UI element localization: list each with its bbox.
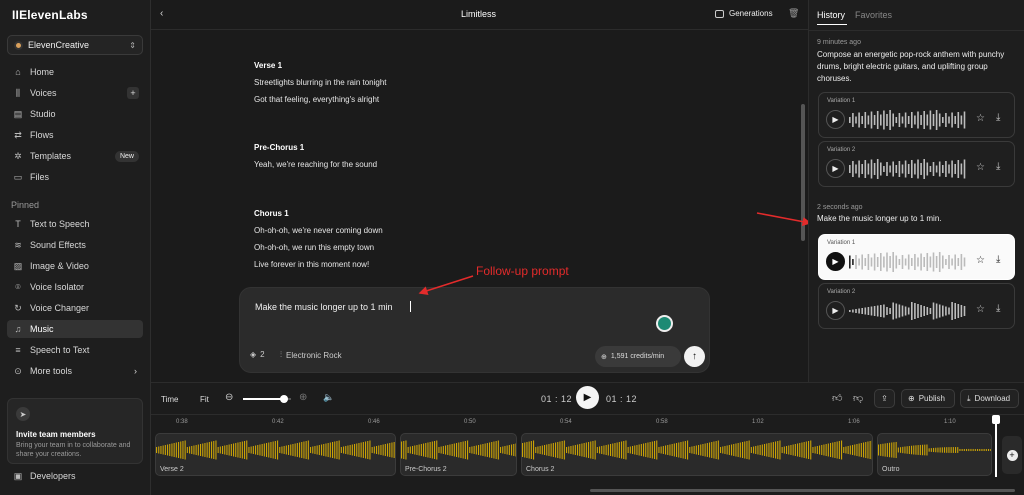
waveform [849,302,966,320]
timeline-tick-label: 0:58 [656,419,668,425]
zoom-out-icon[interactable]: ⊖ [225,392,233,403]
segment-waveform [878,441,991,459]
zoom-in-icon[interactable]: ⊕ [299,392,307,403]
variation-card[interactable]: Variation 1 ▶ ☆ ⤓ [818,234,1015,280]
timeline-segment[interactable]: Chorus 2 [521,433,873,476]
star-icon[interactable]: ☆ [976,304,985,315]
timeline-tick-label: 0:38 [176,419,188,425]
timeline-tick-label: 0:50 [464,419,476,425]
segment-label: Pre-Chorus 2 [405,466,447,473]
star-icon[interactable]: ☆ [976,113,985,124]
variation-label: Variation 2 [827,289,856,295]
timeline-tick-label: 0:54 [560,419,572,425]
timeline-scrollbar[interactable] [590,489,1015,492]
timeline-tick-label: 1:06 [848,419,860,425]
history-prompt: Make the music longer up to 1 min. [817,214,942,223]
fit-button[interactable]: Fit [200,395,209,404]
segment-label: Verse 2 [160,466,184,473]
segment-waveform [522,440,872,460]
playhead-handle[interactable] [992,415,1000,424]
waveform [849,159,966,179]
timeline-tick-label: 1:10 [944,419,956,425]
star-icon[interactable]: ☆ [976,255,985,266]
timeline-segment[interactable]: Pre-Chorus 2 [400,433,517,476]
globe-icon: ⊕ [908,394,915,403]
tab-favorites[interactable]: Favorites [855,10,892,20]
time-button[interactable]: Time [161,395,178,404]
current-time: 01 : 12 [541,394,573,404]
segment-label: Chorus 2 [526,466,555,473]
play-variation-button[interactable]: ▶ [826,252,845,271]
plus-icon: + [1006,449,1018,461]
history-prompt: Compose an energetic pop-rock anthem wit… [817,50,1005,83]
share-button[interactable]: ⇪ [874,389,895,408]
timeline-segment[interactable]: Outro [877,433,992,476]
download-label: Download [974,394,1011,403]
tab-underline [817,24,847,25]
total-time: 01 : 12 [606,394,638,404]
publish-button[interactable]: ⊕ Publish [901,389,955,408]
variation-label: Variation 2 [827,147,856,153]
zoom-slider-fill [243,398,284,400]
variation-card[interactable]: Variation 2 ▶ ☆ ⤓ [818,141,1015,187]
variation-label: Variation 1 [827,240,856,246]
history-time: 9 minutes ago [817,39,861,46]
download-icon[interactable]: ⤓ [996,112,1000,123]
variation-card[interactable]: Variation 2 ▶ ☆ ⤓ [818,283,1015,329]
timeline-tick-label: 1:02 [752,419,764,425]
waveform [849,110,966,130]
zoom-slider-track[interactable] [243,395,291,403]
play-variation-button[interactable]: ▶ [826,301,845,320]
thumbs-down-icon[interactable]: 👎︎ [853,392,863,404]
segment-waveform [156,440,395,460]
timeline-tick-label: 0:46 [368,419,380,425]
publish-label: Publish [918,394,945,403]
divider [809,30,1024,31]
timeline-segment[interactable]: Verse 2 [155,433,396,476]
variation-card[interactable]: Variation 1 ▶ ☆ ⤓ [818,92,1015,138]
thumbs-up-icon[interactable]: 👍︎ [832,392,842,404]
download-icon[interactable]: ⤓ [996,303,1000,314]
add-segment-button[interactable]: + [1002,436,1022,474]
tab-history[interactable]: History [817,10,845,20]
zoom-slider-knob[interactable] [279,395,288,403]
segment-waveform [401,440,516,460]
download-icon[interactable]: ⤓ [996,161,1000,172]
arrow-to-prompt [418,275,474,295]
download-icon: ⤓ [967,393,971,403]
segment-label: Outro [882,466,900,473]
variation-label: Variation 1 [827,98,856,104]
download-icon[interactable]: ⤓ [996,254,1000,265]
volume-icon[interactable]: 🔈 [323,392,334,403]
download-button[interactable]: ⤓ Download [960,389,1019,408]
divider [151,414,1024,415]
play-button[interactable]: ▶ [576,386,599,409]
arrow-to-history [756,212,812,227]
waveform [849,252,966,272]
share-icon: ⇪ [881,394,888,403]
play-variation-button[interactable]: ▶ [826,159,845,178]
play-variation-button[interactable]: ▶ [826,110,845,129]
star-icon[interactable]: ☆ [976,162,985,173]
timeline-tick-label: 0:42 [272,419,284,425]
history-time: 2 seconds ago [817,204,863,211]
playhead[interactable] [995,417,997,477]
